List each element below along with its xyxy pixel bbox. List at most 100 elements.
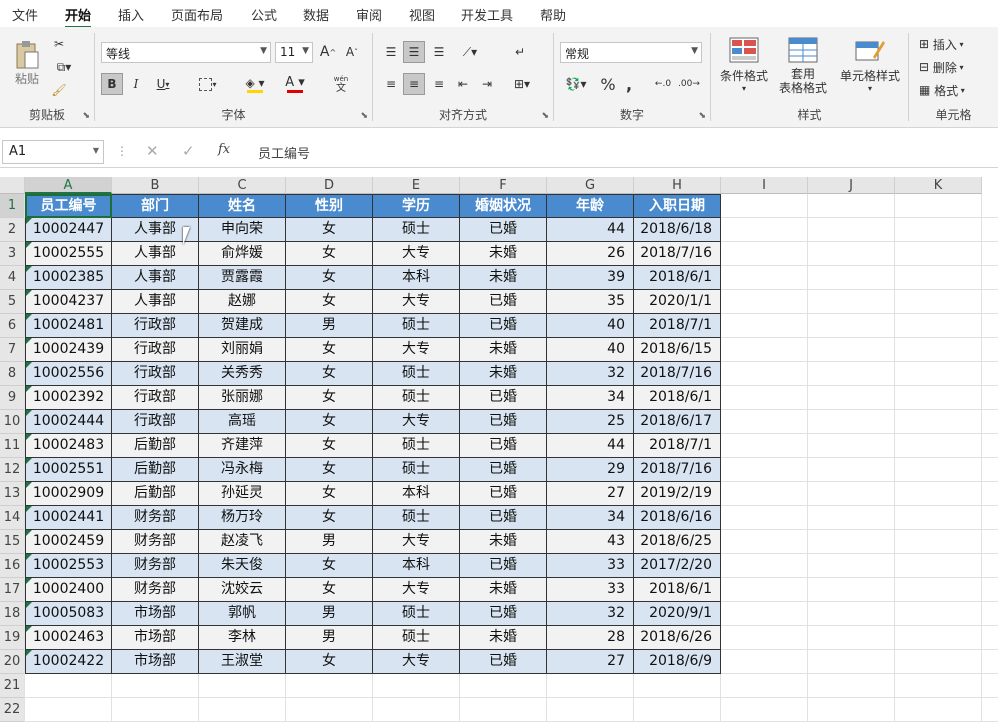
table-cell[interactable]: 10002385: [25, 266, 112, 290]
table-cell[interactable]: 已婚: [460, 314, 547, 338]
table-cell[interactable]: 未婚: [460, 266, 547, 290]
table-cell[interactable]: 本科: [373, 266, 460, 290]
bold-button[interactable]: B: [101, 73, 123, 95]
header-cell[interactable]: 性别: [286, 194, 373, 218]
row-header-17[interactable]: 17: [0, 578, 25, 602]
table-cell[interactable]: 后勤部: [112, 482, 199, 506]
name-box[interactable]: A1 ▼: [2, 140, 104, 164]
align-top-icon[interactable]: ☰: [381, 41, 401, 63]
phonetic-button[interactable]: wén 文: [325, 73, 357, 95]
row-header-22[interactable]: 22: [0, 698, 25, 722]
table-cell[interactable]: 沈姣云: [199, 578, 286, 602]
table-cell[interactable]: 44: [547, 218, 634, 242]
table-cell[interactable]: 未婚: [460, 362, 547, 386]
dialog-launcher-icon[interactable]: ⬊: [698, 111, 706, 121]
table-cell[interactable]: 2018/6/17: [634, 410, 721, 434]
table-cell[interactable]: 冯永梅: [199, 458, 286, 482]
format-painter-icon[interactable]: 🖌: [50, 81, 68, 99]
table-cell[interactable]: 2017/2/20: [634, 554, 721, 578]
table-cell[interactable]: 29: [547, 458, 634, 482]
select-all-corner[interactable]: [0, 177, 25, 194]
copy-icon[interactable]: ⧉▾: [50, 58, 78, 76]
table-cell[interactable]: 财务部: [112, 506, 199, 530]
row-header-19[interactable]: 19: [0, 626, 25, 650]
align-center-icon[interactable]: ≡: [403, 73, 425, 95]
tab-formulas[interactable]: 公式: [251, 5, 277, 24]
table-cell[interactable]: 10002551: [25, 458, 112, 482]
format-as-table-button[interactable]: 套用 表格格式: [769, 37, 837, 107]
font-name-select[interactable]: 等线 ▼: [101, 42, 271, 63]
row-header-11[interactable]: 11: [0, 434, 25, 458]
table-cell[interactable]: 行政部: [112, 314, 199, 338]
row-header-6[interactable]: 6: [0, 314, 25, 338]
table-cell[interactable]: 行政部: [112, 386, 199, 410]
row-header-20[interactable]: 20: [0, 650, 25, 674]
row-header-21[interactable]: 21: [0, 674, 25, 698]
table-cell[interactable]: 女: [286, 578, 373, 602]
table-cell[interactable]: 硕士: [373, 218, 460, 242]
table-cell[interactable]: 大专: [373, 290, 460, 314]
table-cell[interactable]: 40: [547, 314, 634, 338]
table-cell[interactable]: 10002459: [25, 530, 112, 554]
tab-home[interactable]: 开始: [65, 5, 92, 29]
format-cells-button[interactable]: ▦ 格式 ▾: [919, 81, 989, 99]
table-cell[interactable]: 刘丽娟: [199, 338, 286, 362]
tab-developer[interactable]: 开发工具: [461, 5, 513, 24]
table-cell[interactable]: 大专: [373, 242, 460, 266]
borders-button[interactable]: ▾: [193, 73, 223, 95]
table-cell[interactable]: 2018/7/16: [634, 362, 721, 386]
shrink-font-button[interactable]: Aˇ: [343, 42, 361, 62]
table-cell[interactable]: 行政部: [112, 410, 199, 434]
tab-view[interactable]: 视图: [409, 5, 435, 24]
table-cell[interactable]: 硕士: [373, 386, 460, 410]
table-cell[interactable]: 2018/6/26: [634, 626, 721, 650]
table-cell[interactable]: 34: [547, 506, 634, 530]
column-header-c[interactable]: C: [199, 177, 286, 194]
table-cell[interactable]: 43: [547, 530, 634, 554]
table-cell[interactable]: 未婚: [460, 626, 547, 650]
table-cell[interactable]: 郭帆: [199, 602, 286, 626]
formula-input[interactable]: 员工编号: [248, 140, 996, 164]
tab-page-layout[interactable]: 页面布局: [171, 5, 223, 24]
table-cell[interactable]: 已婚: [460, 218, 547, 242]
row-header-5[interactable]: 5: [0, 290, 25, 314]
column-header-e[interactable]: E: [373, 177, 460, 194]
header-cell[interactable]: 姓名: [199, 194, 286, 218]
table-cell[interactable]: 已婚: [460, 506, 547, 530]
table-cell[interactable]: 10002447: [25, 218, 112, 242]
column-header-b[interactable]: B: [112, 177, 199, 194]
dialog-launcher-icon[interactable]: ⬊: [360, 111, 368, 121]
table-cell[interactable]: 10002481: [25, 314, 112, 338]
table-cell[interactable]: 已婚: [460, 602, 547, 626]
row-header-15[interactable]: 15: [0, 530, 25, 554]
table-cell[interactable]: 33: [547, 554, 634, 578]
table-cell[interactable]: 27: [547, 650, 634, 674]
row-header-13[interactable]: 13: [0, 482, 25, 506]
row-header-4[interactable]: 4: [0, 266, 25, 290]
row-header-7[interactable]: 7: [0, 338, 25, 362]
table-cell[interactable]: 2020/1/1: [634, 290, 721, 314]
table-cell[interactable]: 女: [286, 242, 373, 266]
table-cell[interactable]: 已婚: [460, 410, 547, 434]
column-header-k[interactable]: K: [895, 177, 982, 194]
tab-data[interactable]: 数据: [303, 5, 329, 24]
comma-style-icon[interactable]: ,: [620, 73, 638, 95]
header-cell[interactable]: 学历: [373, 194, 460, 218]
table-cell[interactable]: 10002441: [25, 506, 112, 530]
table-cell[interactable]: 市场部: [112, 650, 199, 674]
decrease-decimal-icon[interactable]: .00→: [678, 73, 700, 95]
table-cell[interactable]: 未婚: [460, 530, 547, 554]
table-cell[interactable]: 孙延灵: [199, 482, 286, 506]
table-cell[interactable]: 赵娜: [199, 290, 286, 314]
table-cell[interactable]: 2018/7/16: [634, 242, 721, 266]
dialog-launcher-icon[interactable]: ⬊: [82, 111, 90, 121]
table-cell[interactable]: 市场部: [112, 602, 199, 626]
delete-cells-button[interactable]: ⊟ 删除 ▾: [919, 58, 989, 76]
wrap-text-icon[interactable]: ↵: [509, 41, 531, 63]
table-cell[interactable]: 10005083: [25, 602, 112, 626]
table-cell[interactable]: 2018/6/25: [634, 530, 721, 554]
table-cell[interactable]: 39: [547, 266, 634, 290]
row-header-8[interactable]: 8: [0, 362, 25, 386]
table-cell[interactable]: 硕士: [373, 626, 460, 650]
column-header-h[interactable]: H: [634, 177, 721, 194]
